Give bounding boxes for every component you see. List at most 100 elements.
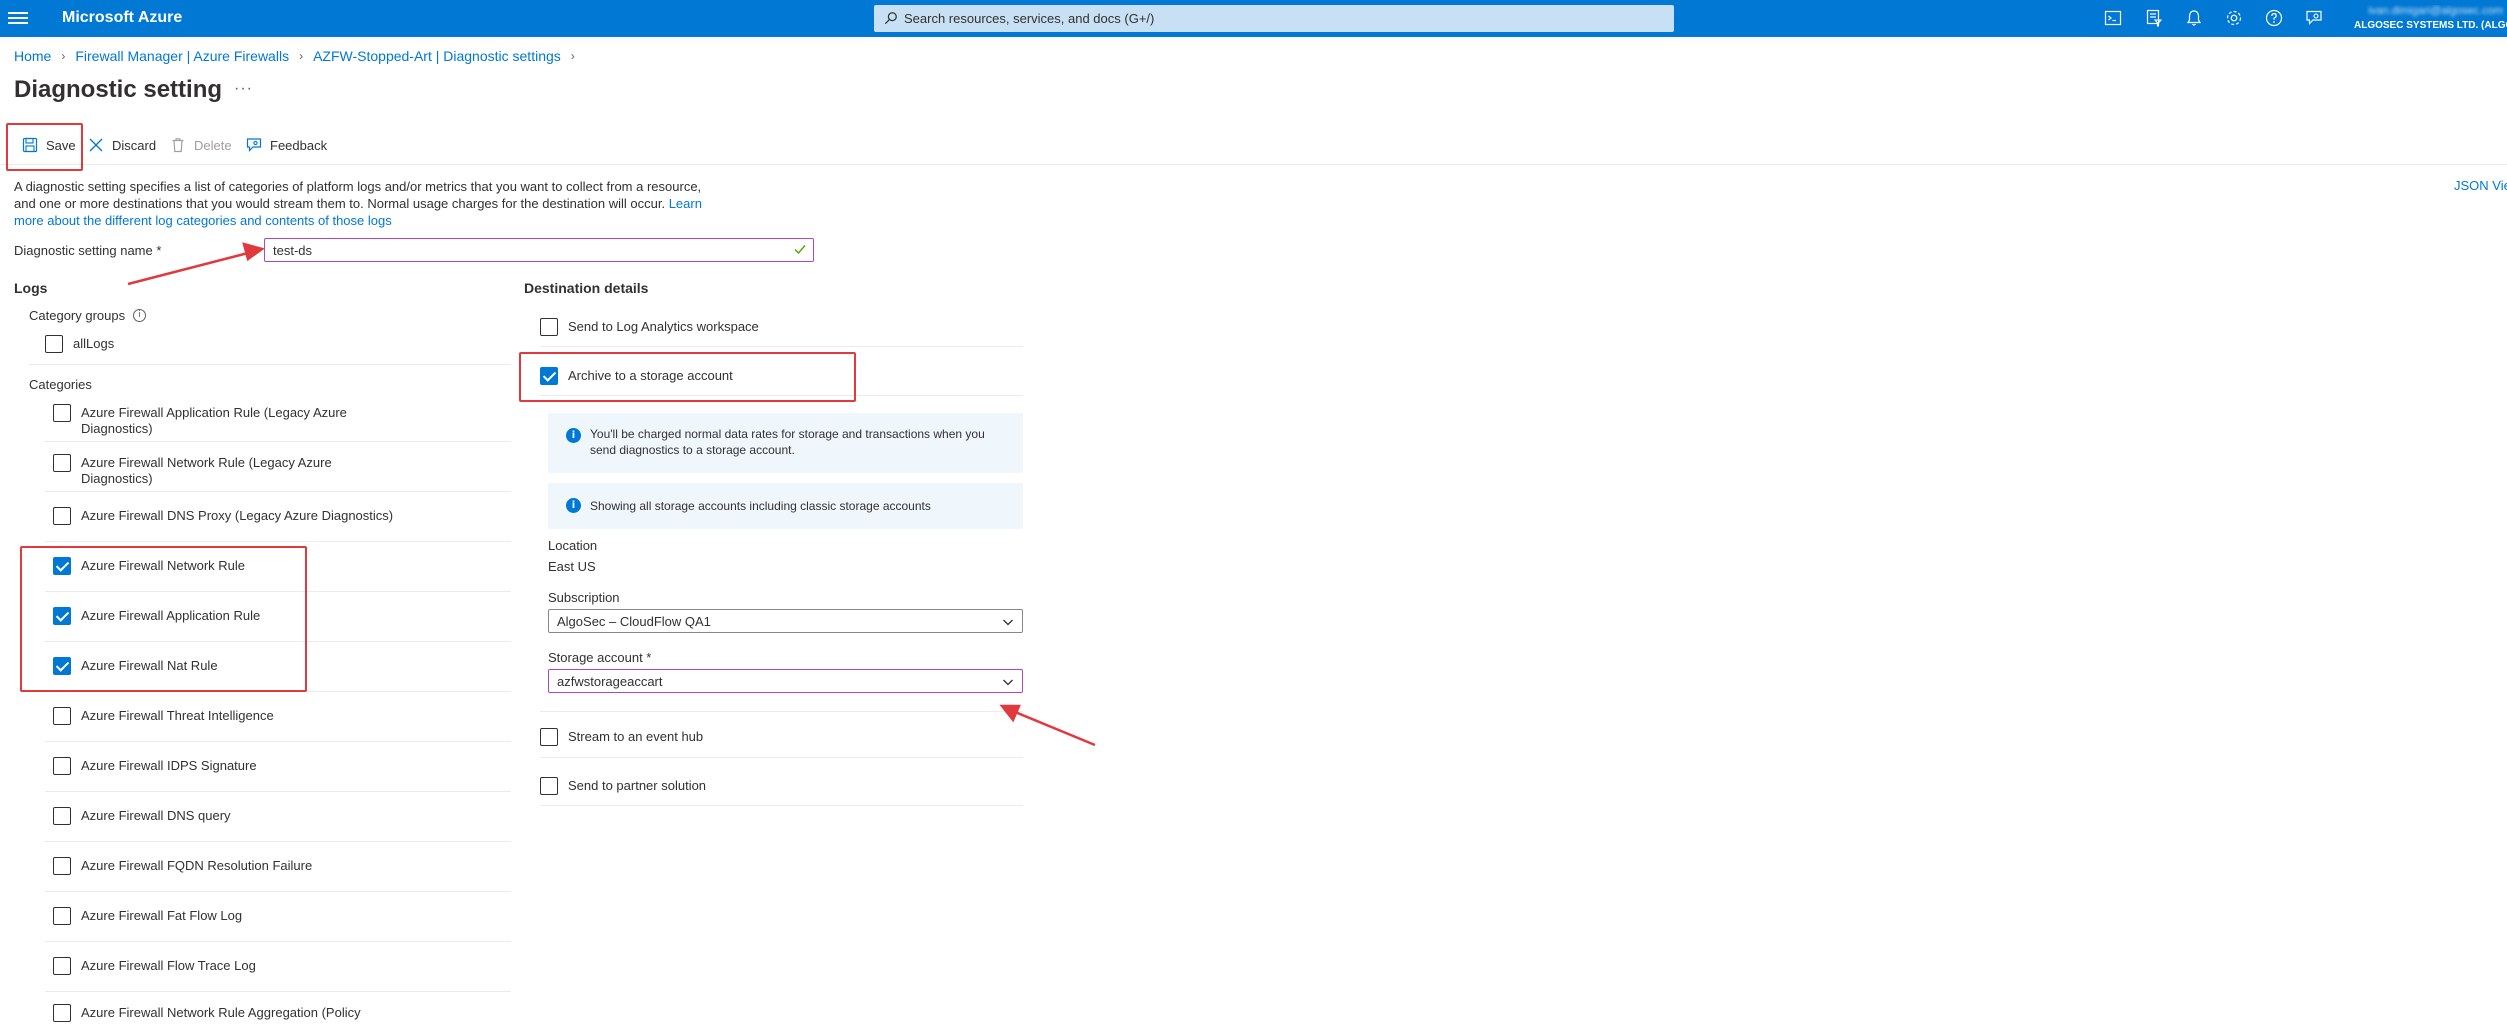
save-button[interactable]: Save — [22, 137, 76, 153]
checkbox[interactable] — [53, 657, 71, 675]
divider — [45, 791, 511, 792]
checkbox-label: Azure Firewall DNS query — [81, 808, 231, 823]
checkbox-label: Send to partner solution — [568, 778, 707, 793]
checkbox[interactable] — [53, 507, 71, 525]
checkbox-label: Azure Firewall DNS Proxy (Legacy Azure D… — [81, 508, 394, 523]
trash-icon — [172, 138, 184, 153]
partner-solution-option[interactable]: Send to partner solution — [540, 777, 706, 795]
divider — [45, 491, 511, 492]
chevron-right-icon: › — [570, 49, 575, 63]
feedback-label: Feedback — [270, 137, 328, 153]
setting-name-input[interactable] — [264, 238, 814, 262]
divider — [540, 711, 1023, 712]
checkbox[interactable] — [53, 557, 71, 575]
json-view-link[interactable]: JSON View — [2454, 178, 2507, 193]
category-row[interactable]: Azure Firewall Flow Trace Log — [53, 957, 256, 975]
checkbox[interactable] — [53, 404, 71, 422]
settings-icon[interactable] — [2224, 8, 2244, 28]
checkbox[interactable] — [53, 807, 71, 825]
checkbox[interactable] — [53, 1004, 71, 1022]
breadcrumb-home[interactable]: Home — [14, 48, 51, 64]
global-search-input[interactable]: Search resources, services, and docs (G+… — [874, 5, 1674, 32]
category-row[interactable]: Azure Firewall FQDN Resolution Failure — [53, 857, 312, 875]
checkbox[interactable] — [540, 777, 558, 795]
checkbox[interactable] — [540, 728, 558, 746]
classic-storage-info: i Showing all storage accounts including… — [548, 483, 1023, 529]
subscription-dropdown[interactable]: AlgoSec – CloudFlow QA1 — [548, 609, 1023, 633]
storage-account-dropdown[interactable]: azfwstorageaccart — [548, 669, 1023, 693]
feedback-button[interactable]: Feedback — [246, 137, 327, 153]
checkbox-label: Stream to an event hub — [568, 729, 704, 744]
checkbox-label: Azure Firewall IDPS Signature — [81, 758, 257, 773]
discard-label: Discard — [112, 137, 157, 153]
command-bar-divider — [0, 164, 2507, 165]
divider — [45, 641, 511, 642]
account-menu[interactable]: ivan.dimigari@algosec.com ALGOSEC SYSTEM… — [2354, 5, 2507, 31]
learn-more-link[interactable]: Learn — [669, 196, 702, 211]
checkbox[interactable] — [53, 454, 71, 472]
subscription-label: Subscription — [548, 590, 620, 605]
learn-more-link-continued[interactable]: more about the different log categories … — [14, 213, 392, 228]
category-row[interactable]: Azure Firewall Network Rule Aggregation … — [53, 1004, 361, 1022]
category-row[interactable]: Azure Firewall Threat Intelligence — [53, 707, 274, 725]
divider — [540, 757, 1023, 758]
breadcrumb-diagnostic-settings[interactable]: AZFW-Stopped-Art | Diagnostic settings — [313, 48, 561, 64]
breadcrumb-firewall-manager[interactable]: Firewall Manager | Azure Firewalls — [75, 48, 289, 64]
notifications-icon[interactable] — [2184, 8, 2204, 28]
category-row[interactable]: Azure Firewall Network Rule — [53, 557, 245, 575]
menu-icon[interactable] — [8, 9, 28, 27]
info-icon: i — [566, 498, 581, 513]
category-row[interactable]: Azure Firewall Nat Rule — [53, 657, 218, 675]
checkbox-label: Azure Firewall Application Rule (Legacy … — [81, 405, 347, 436]
storage-charge-info: i You'll be charged normal data rates fo… — [548, 413, 1023, 473]
feedback-icon — [246, 138, 262, 152]
checkbox[interactable] — [53, 857, 71, 875]
location-label: Location — [548, 538, 598, 553]
divider — [540, 395, 1023, 396]
category-row[interactable]: Azure Firewall DNS Proxy (Legacy Azure D… — [53, 507, 393, 525]
top-bar: Microsoft Azure Search resources, servic… — [0, 0, 2507, 37]
directory-filter-icon[interactable] — [2144, 8, 2164, 28]
checkbox-label: Azure Firewall Application Rule — [81, 608, 261, 623]
divider — [29, 364, 511, 365]
cloud-shell-icon[interactable] — [2103, 8, 2123, 28]
checkbox[interactable] — [53, 907, 71, 925]
checkbox-label: Azure Firewall Network Rule — [81, 558, 245, 573]
category-row[interactable]: Azure Firewall Network Rule (Legacy Azur… — [53, 454, 383, 487]
feedback-icon[interactable] — [2304, 8, 2324, 28]
event-hub-option[interactable]: Stream to an event hub — [540, 728, 703, 746]
category-row[interactable]: Azure Firewall Application Rule — [53, 607, 260, 625]
category-row[interactable]: Azure Firewall Application Rule (Legacy … — [53, 404, 393, 437]
checkbox[interactable] — [53, 957, 71, 975]
checkbox[interactable] — [540, 367, 558, 385]
category-groups-label: Category groups — [29, 308, 126, 323]
more-options-icon[interactable]: ··· — [234, 80, 253, 98]
delete-label: Delete — [194, 137, 232, 153]
checkbox[interactable] — [53, 707, 71, 725]
log-analytics-option[interactable]: Send to Log Analytics workspace — [540, 318, 759, 336]
category-group-alllogs[interactable]: allLogs — [45, 335, 114, 353]
checkbox[interactable] — [53, 607, 71, 625]
checkbox[interactable] — [45, 335, 63, 353]
discard-button[interactable]: Discard — [88, 137, 156, 153]
account-email: ivan.dimigari@algosec.com — [2368, 5, 2503, 17]
setting-name-label: Diagnostic setting name * — [14, 243, 162, 258]
divider — [540, 346, 1023, 347]
portal-brand[interactable]: Microsoft Azure — [62, 9, 182, 27]
delete-button[interactable]: Delete — [170, 137, 232, 153]
valid-check-icon — [794, 245, 806, 255]
storage-account-label: Storage account * — [548, 650, 652, 665]
description-line-1: A diagnostic setting specifies a list of… — [14, 179, 702, 194]
description-line-2: and one or more destinations that you wo… — [14, 196, 666, 211]
checkbox-label: Azure Firewall Threat Intelligence — [81, 708, 274, 723]
storage-account-option[interactable]: Archive to a storage account — [540, 367, 733, 385]
checkbox[interactable] — [540, 318, 558, 336]
category-row[interactable]: Azure Firewall DNS query — [53, 807, 231, 825]
help-icon[interactable] — [2264, 8, 2284, 28]
divider — [45, 741, 511, 742]
category-row[interactable]: Azure Firewall IDPS Signature — [53, 757, 257, 775]
category-row[interactable]: Azure Firewall Fat Flow Log — [53, 907, 242, 925]
checkbox[interactable] — [53, 757, 71, 775]
info-icon[interactable]: i — [133, 309, 147, 322]
divider — [45, 941, 511, 942]
